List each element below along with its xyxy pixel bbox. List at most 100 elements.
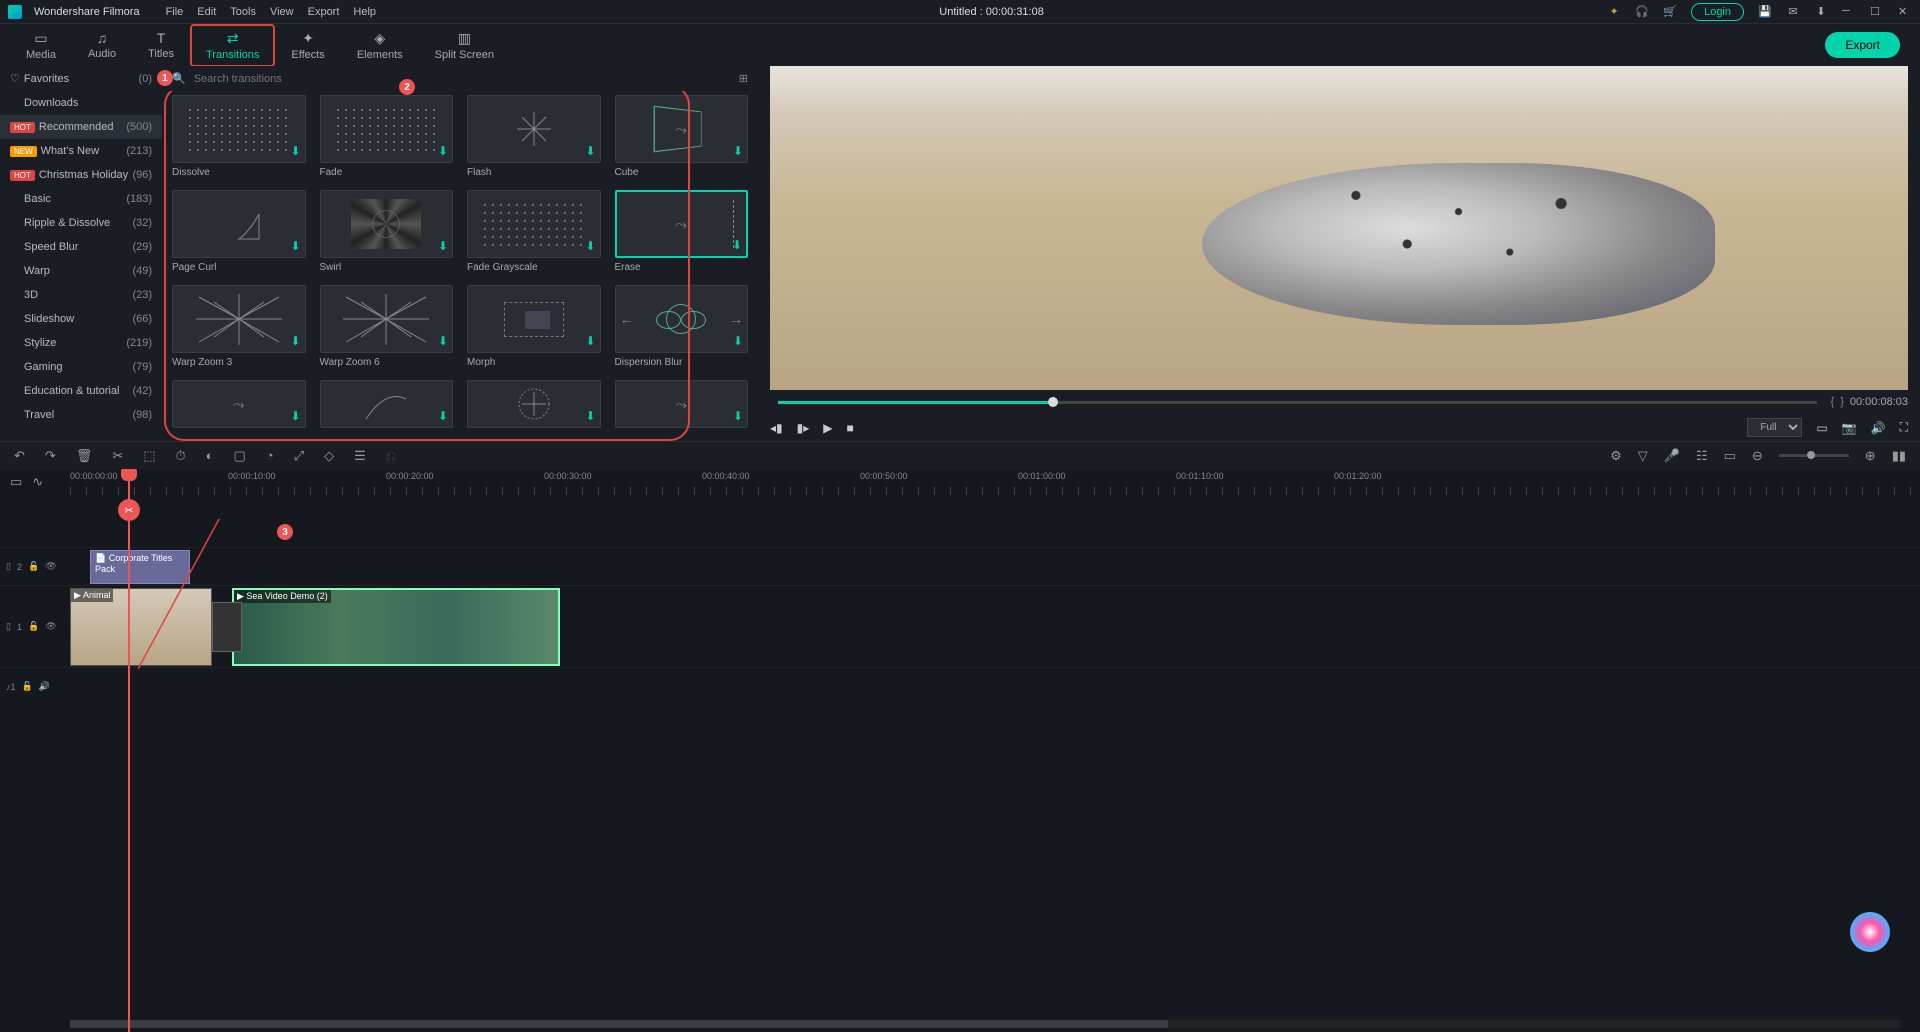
wondershare-logo[interactable] <box>1850 912 1890 952</box>
sidebar-item-stylize[interactable]: Stylize(219) <box>0 331 162 355</box>
preview-viewport[interactable] <box>770 66 1908 390</box>
download-icon[interactable]: ⬇ <box>290 239 300 253</box>
eye-icon[interactable]: 👁 <box>45 561 56 572</box>
zoom-slider[interactable] <box>1779 454 1849 457</box>
stop-icon[interactable]: ■ <box>847 421 854 435</box>
transition-cube[interactable]: ⤳⬇Cube <box>615 95 749 178</box>
transition-fadegray[interactable]: ⬇Fade Grayscale <box>467 190 601 273</box>
transition-fade[interactable]: ⬇Fade <box>320 95 454 178</box>
delete-icon[interactable]: 🗑 <box>76 448 93 464</box>
headphones-icon[interactable]: 🎧 <box>1635 5 1649 19</box>
split-icon[interactable]: ✂ <box>112 448 123 464</box>
download-icon[interactable]: ⬇ <box>585 239 595 253</box>
preview-scrubber[interactable] <box>778 401 1817 404</box>
lock-icon[interactable]: 🔓 <box>28 561 39 572</box>
tab-elements[interactable]: ◈Elements <box>341 24 419 67</box>
lock-icon[interactable]: 🔓 <box>28 621 39 632</box>
speedramp-icon[interactable]: ◔ <box>266 448 274 463</box>
download-icon[interactable]: ⬇ <box>290 409 300 423</box>
download-icon[interactable]: ⬇ <box>585 144 595 158</box>
transition-morph[interactable]: ⬇Morph <box>467 285 601 368</box>
marker-icon[interactable]: ▽ <box>1638 448 1648 464</box>
menu-file[interactable]: File <box>166 6 184 18</box>
sidebar-item-gaming[interactable]: Gaming(79) <box>0 355 162 379</box>
grid-view-icon[interactable]: ⊞ <box>739 72 748 85</box>
video-clip-animal[interactable]: ▶ Animal <box>70 588 212 666</box>
sidebar-item-whatsnew[interactable]: NEWWhat's New(213) <box>0 139 162 163</box>
next-frame-icon[interactable]: ▮▸ <box>797 421 810 435</box>
menu-edit[interactable]: Edit <box>197 6 216 18</box>
download-icon[interactable]: ⬇ <box>438 144 448 158</box>
zoom-out-icon[interactable]: ⊖ <box>1752 448 1763 464</box>
color-icon[interactable]: ◐ <box>206 448 214 463</box>
download-icon[interactable]: ⬇ <box>732 238 742 252</box>
sidebar-item-ripple[interactable]: Ripple & Dissolve(32) <box>0 211 162 235</box>
sidebar-item-speedblur[interactable]: Speed Blur(29) <box>0 235 162 259</box>
tab-transitions[interactable]: ⇄Transitions <box>190 24 275 67</box>
undo-icon[interactable]: ↶ <box>14 448 25 464</box>
maximize-icon[interactable]: ☐ <box>1870 5 1884 19</box>
sidebar-item-downloads[interactable]: Downloads <box>0 91 162 115</box>
notification-icon[interactable]: ✉ <box>1786 5 1800 19</box>
transition-item[interactable]: ⬇ <box>467 380 601 428</box>
mute-icon[interactable]: 🔊 <box>39 681 50 692</box>
timeline-ruler[interactable]: 00:00:00:00 00:00:10:00 00:00:20:00 00:0… <box>70 469 1920 495</box>
audio-icon[interactable]: ⎌ <box>386 448 396 464</box>
snapshot-icon[interactable]: 📷 <box>1842 421 1857 435</box>
transition-item[interactable]: ⤳⬇ <box>172 380 306 428</box>
transition-warpzoom6[interactable]: ⬇Warp Zoom 6 <box>320 285 454 368</box>
quality-select[interactable]: Full <box>1747 418 1802 437</box>
menu-help[interactable]: Help <box>353 6 376 18</box>
display-icon[interactable]: ▭ <box>1816 421 1827 435</box>
cart-icon[interactable]: 🛒 <box>1663 5 1677 19</box>
menu-tools[interactable]: Tools <box>230 6 256 18</box>
download-icon[interactable]: ⬇ <box>585 409 595 423</box>
track-menu-icon[interactable]: ▭ <box>10 474 22 490</box>
sidebar-item-recommended[interactable]: HOTRecommended(500) <box>0 115 162 139</box>
lock-icon[interactable]: 🔓 <box>22 681 33 692</box>
gear-icon[interactable]: ⚙ <box>1610 448 1622 464</box>
transition-item[interactable]: ⤳⬇ <box>615 380 749 428</box>
mic-icon[interactable]: 🎤 <box>1664 448 1680 464</box>
transition-dispersion[interactable]: ←→⬇Dispersion Blur <box>615 285 749 368</box>
tab-media[interactable]: ▭Media <box>10 24 72 67</box>
scrubber-handle[interactable] <box>1048 397 1058 407</box>
redo-icon[interactable]: ↷ <box>45 448 56 464</box>
sidebar-item-warp[interactable]: Warp(49) <box>0 259 162 283</box>
menu-view[interactable]: View <box>270 6 294 18</box>
transition-warpzoom3[interactable]: ⬇Warp Zoom 3 <box>172 285 306 368</box>
tab-effects[interactable]: ✦Effects <box>275 24 340 67</box>
timeline-scrollbar[interactable] <box>70 1020 1900 1028</box>
download-icon[interactable]: ⬇ <box>290 334 300 348</box>
sidebar-item-favorites[interactable]: ♡Favorites(0) <box>0 66 162 91</box>
volume-icon[interactable]: 🔊 <box>1871 421 1886 435</box>
download-icon[interactable]: ⬇ <box>585 334 595 348</box>
scissors-icon[interactable]: ✂ <box>118 499 140 521</box>
greenscreen-icon[interactable]: ▢ <box>234 448 246 464</box>
export-button[interactable]: Export <box>1825 32 1900 58</box>
download-icon[interactable]: ⬇ <box>438 334 448 348</box>
sparkle-icon[interactable]: ✦ <box>1607 5 1621 19</box>
eye-icon[interactable]: 👁 <box>45 621 56 632</box>
sidebar-item-slideshow[interactable]: Slideshow(66) <box>0 307 162 331</box>
transition-erase[interactable]: ⤳⬇Erase <box>615 190 749 273</box>
transition-swirl[interactable]: ⬇Swirl <box>320 190 454 273</box>
sidebar-item-3d[interactable]: 3D(23) <box>0 283 162 307</box>
adjust-icon[interactable]: ☰ <box>354 448 366 464</box>
play-icon[interactable]: ▶ <box>823 421 832 435</box>
search-input[interactable] <box>194 73 731 85</box>
crop-icon[interactable]: ⬚ <box>143 448 155 464</box>
playhead[interactable]: ✂ <box>128 469 130 1032</box>
transition-dissolve[interactable]: ⬇Dissolve <box>172 95 306 178</box>
mixer-icon[interactable]: ☷ <box>1696 448 1708 464</box>
download-icon[interactable]: ⬇ <box>290 144 300 158</box>
video-clip-sea[interactable]: ▶ Sea Video Demo (2) <box>232 588 560 666</box>
transition-item[interactable]: ⬇ <box>320 380 454 428</box>
minimize-icon[interactable]: ─ <box>1842 5 1856 19</box>
expand-icon[interactable]: ⤢ <box>294 448 304 464</box>
snap-icon[interactable]: ∿ <box>32 474 43 490</box>
close-icon[interactable]: ✕ <box>1898 5 1912 19</box>
save-icon[interactable]: 💾 <box>1758 5 1772 19</box>
download-icon[interactable]: ⬇ <box>438 409 448 423</box>
transition-flash[interactable]: ⬇Flash <box>467 95 601 178</box>
